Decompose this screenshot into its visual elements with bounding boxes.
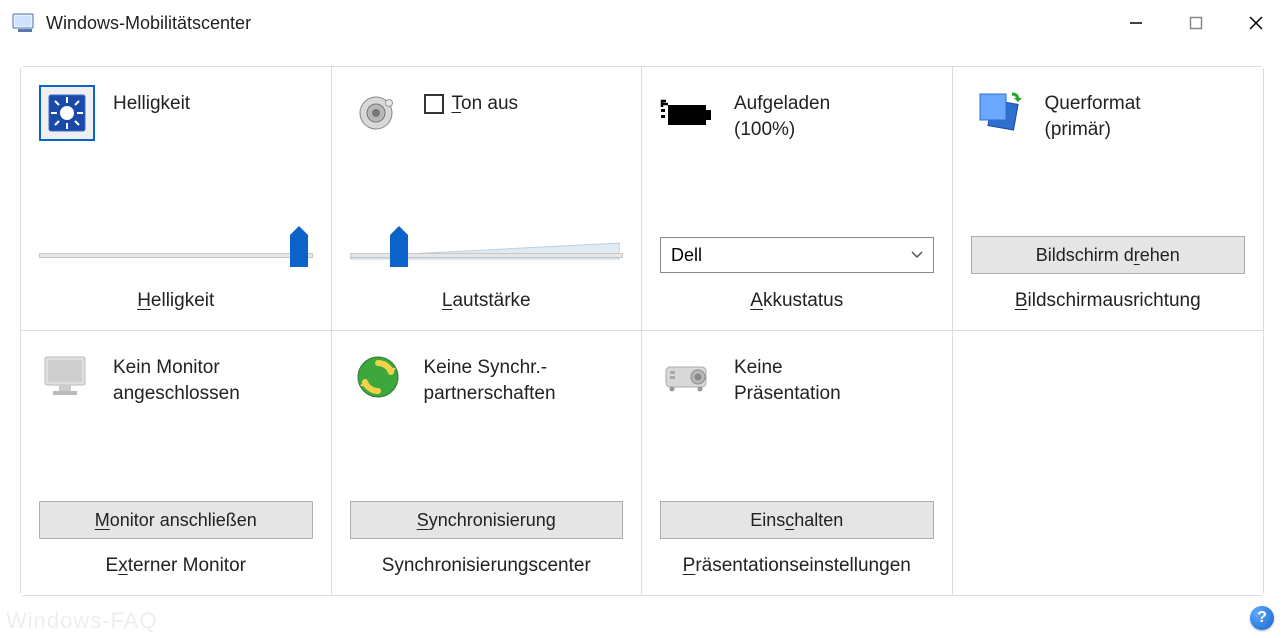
monitor-caption: Externer Monitor [39,555,313,583]
minimize-button[interactable] [1106,0,1166,46]
mute-label: Ton aus [452,91,519,117]
mute-checkbox[interactable]: Ton aus [424,91,519,117]
close-button[interactable] [1226,0,1286,46]
maximize-button[interactable] [1166,0,1226,46]
projector-icon [660,349,716,405]
window-title: Windows-Mobilitätscenter [46,13,251,34]
presentation-enable-button[interactable]: Einschalten [660,501,934,539]
sync-button[interactable]: Synchronisierung [350,501,624,539]
tile-volume: Ton aus Lautstärke [332,67,643,331]
chevron-down-icon [911,248,923,262]
battery-caption: Akkustatus [660,290,934,318]
brightness-caption: Helligkeit [39,290,313,318]
monitor-status: Kein Monitor angeschlossen [113,349,240,406]
app-icon [12,11,36,35]
tile-brightness: Helligkeit Helligkeit [21,67,332,331]
tile-sync: Keine Synchr.- partnerschaften Synchroni… [332,331,643,595]
tile-presentation: Keine Präsentation Einschalten Präsentat… [642,331,953,595]
orientation-caption: Bildschirmausrichtung [971,290,1246,318]
monitor-icon [39,349,95,405]
tile-orientation: Querformat (primär) Bildschirm drehen Bi… [953,67,1264,331]
tile-monitor: Kein Monitor angeschlossen Monitor ansch… [21,331,332,595]
battery-status: Aufgeladen (100%) [734,85,830,142]
tiles-grid: Helligkeit Helligkeit [20,66,1264,596]
battery-icon [660,85,716,141]
presentation-status: Keine Präsentation [734,349,841,406]
presentation-caption: Präsentationseinstellungen [660,555,934,583]
sync-caption: Synchronisierungscenter [350,555,624,583]
speaker-icon [350,85,406,141]
rotate-screen-icon [971,85,1027,141]
help-icon: ? [1257,609,1267,627]
tile-empty [953,331,1264,595]
watermark: Windows-FAQ [6,608,158,634]
window-controls [1106,0,1286,46]
orientation-status: Querformat (primär) [1045,85,1141,142]
brightness-icon[interactable] [39,85,95,141]
connect-monitor-button[interactable]: Monitor anschließen [39,501,313,539]
rotate-button[interactable]: Bildschirm drehen [971,236,1246,274]
volume-slider[interactable] [350,241,624,269]
sync-status: Keine Synchr.- partnerschaften [424,349,556,406]
help-button[interactable]: ? [1250,606,1274,630]
titlebar: Windows-Mobilitätscenter [0,0,1286,46]
power-plan-selected: Dell [671,245,702,266]
checkbox-box [424,94,444,114]
power-plan-select[interactable]: Dell [660,237,934,273]
sync-icon [350,349,406,405]
tile-battery: Aufgeladen (100%) Dell Akkustatus [642,67,953,331]
brightness-status: Helligkeit [113,85,190,117]
volume-caption: Lautstärke [350,290,624,318]
brightness-slider[interactable] [39,241,313,269]
